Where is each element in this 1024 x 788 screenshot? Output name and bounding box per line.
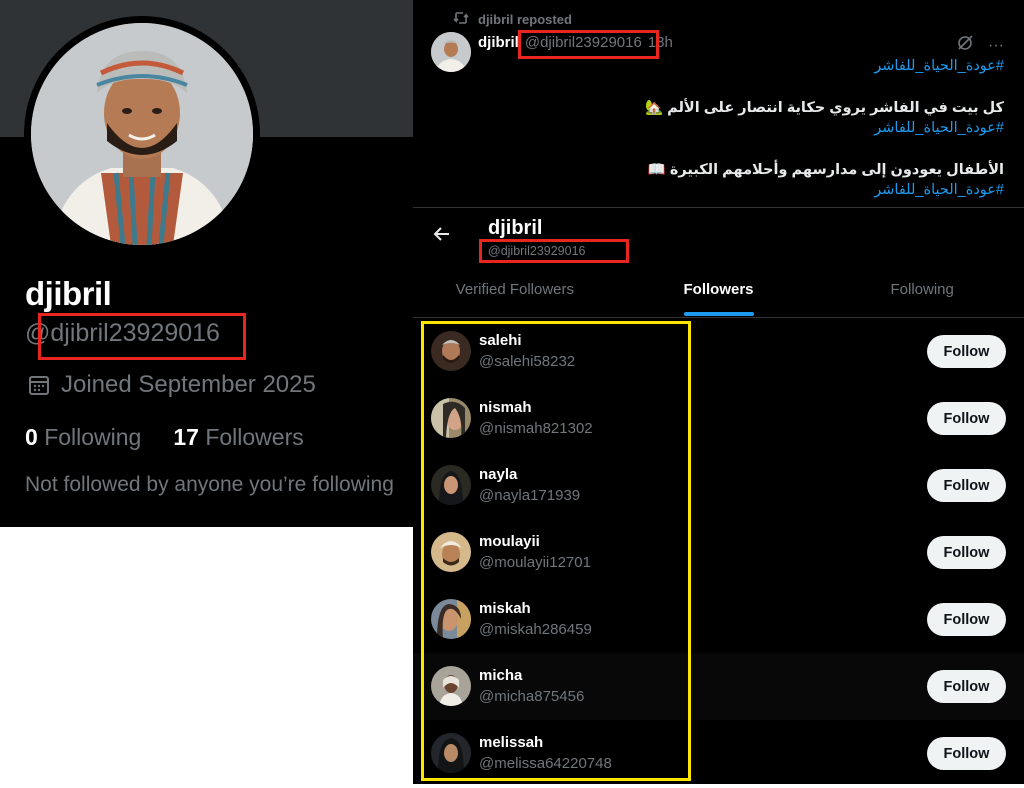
follow-button[interactable]: Follow xyxy=(927,402,1006,435)
tab-label: Verified Followers xyxy=(455,281,575,298)
tweet-body: #عودة_الحياة_للفاشر كل بيت في الفاشر يرو… xyxy=(484,56,1004,200)
follow-stats: 0 Following 17 Followers xyxy=(25,424,304,451)
joined-date: Joined September 2025 xyxy=(27,371,316,399)
followers-label: Followers xyxy=(205,424,304,450)
repost-icon xyxy=(453,11,469,28)
active-tab-indicator xyxy=(683,312,754,316)
tweet-actions: ··· xyxy=(956,34,1004,57)
tab-following[interactable]: Following xyxy=(820,270,1024,317)
joined-label: Joined September 2025 xyxy=(61,371,316,398)
more-icon[interactable]: ··· xyxy=(988,37,1004,55)
follow-button[interactable]: Follow xyxy=(927,670,1006,703)
back-arrow-icon[interactable] xyxy=(431,223,453,245)
follow-button[interactable]: Follow xyxy=(927,469,1006,502)
tweet-hashtag[interactable]: #عودة_الحياة_للفاشر xyxy=(484,180,1004,200)
tab-bar: Verified Followers Followers Following xyxy=(413,270,1024,318)
followers-page-title: djibril xyxy=(488,217,543,239)
grok-icon[interactable] xyxy=(956,34,974,57)
handle-highlight-box xyxy=(38,313,246,360)
tweet-hashtag[interactable]: #عودة_الحياة_للفاشر xyxy=(484,56,1004,76)
follow-button[interactable]: Follow xyxy=(927,603,1006,636)
tweet-author-avatar[interactable] xyxy=(431,32,471,72)
tab-label: Following xyxy=(890,281,954,298)
follow-button[interactable]: Follow xyxy=(927,737,1006,770)
tab-label: Followers xyxy=(683,281,754,298)
followers-count: 17 xyxy=(173,424,199,450)
repost-label: djibril reposted xyxy=(478,12,572,27)
profile-panel: djibril @djibril23929016 Joined Septembe… xyxy=(0,0,414,527)
tab-followers[interactable]: Followers xyxy=(617,270,821,317)
header-handle-highlight-box xyxy=(479,239,629,263)
follow-button[interactable]: Follow xyxy=(927,536,1006,569)
profile-name: djibril xyxy=(25,275,112,312)
following-label: Following xyxy=(44,424,142,450)
tweet-line: الأطفال يعودون إلى مدارسهم وأحلامهم الكب… xyxy=(647,162,1004,178)
calendar-icon xyxy=(27,373,51,397)
following-count: 0 xyxy=(25,424,38,450)
profile-avatar[interactable] xyxy=(31,23,253,245)
repost-indicator: djibril reposted xyxy=(453,11,572,28)
follow-button[interactable]: Follow xyxy=(927,335,1006,368)
not-followed-note: Not followed by anyone you’re following xyxy=(25,473,394,496)
following-stat[interactable]: 0 Following xyxy=(25,424,141,451)
tweet-author-name[interactable]: djibril xyxy=(478,34,519,51)
followers-stat[interactable]: 17 Followers xyxy=(173,424,303,451)
tab-verified-followers[interactable]: Verified Followers xyxy=(413,270,617,317)
divider xyxy=(413,207,1024,208)
tweet-line: كل بيت في الفاشر يروي حكاية انتصار على ا… xyxy=(645,100,1004,116)
tweet-handle-highlight-box xyxy=(518,30,659,59)
tweet-hashtag[interactable]: #عودة_الحياة_للفاشر xyxy=(484,118,1004,138)
followers-highlight-box xyxy=(421,321,691,781)
